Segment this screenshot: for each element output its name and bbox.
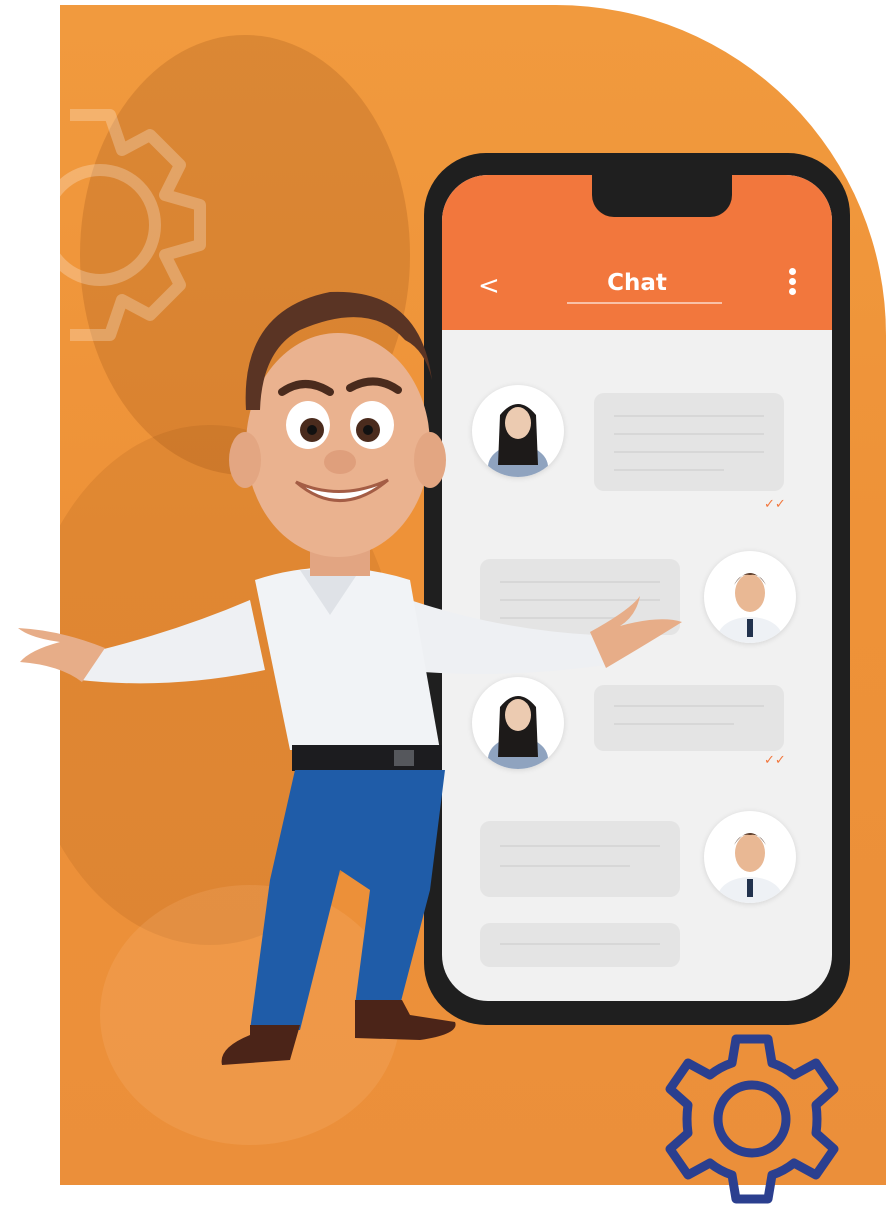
man-avatar xyxy=(704,551,796,643)
phone-notch xyxy=(592,175,732,217)
hero-illustration: < Chat ✓✓ ✓✓ xyxy=(0,0,886,1211)
gear-icon xyxy=(665,1034,839,1204)
cartoon-man-illustration xyxy=(18,291,682,1065)
man-avatar xyxy=(704,811,796,903)
read-check-icon: ✓✓ xyxy=(764,753,786,768)
vertical-ellipsis-icon[interactable] xyxy=(782,265,802,305)
read-check-icon: ✓✓ xyxy=(764,497,786,512)
